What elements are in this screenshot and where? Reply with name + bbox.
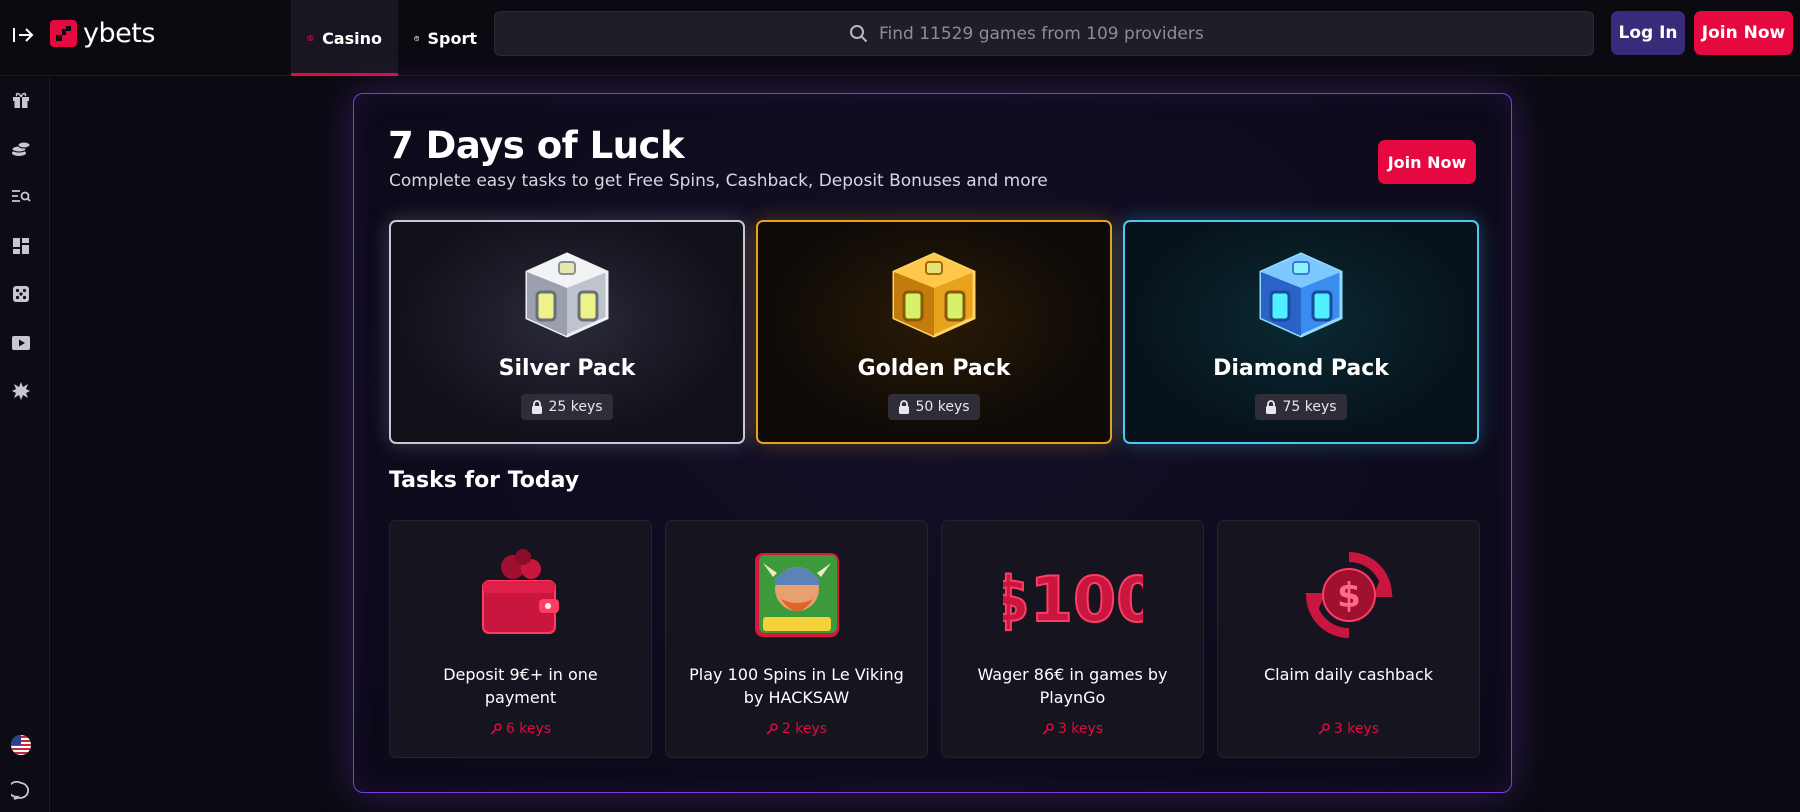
silver-pack-keys: 25 keys (548, 399, 603, 415)
golden-pack-keys: 50 keys (915, 399, 970, 415)
tasks-section-title: Tasks for Today (389, 468, 580, 493)
task-keys-value: 2 keys (781, 721, 828, 737)
silver-cube-icon (525, 252, 609, 338)
search-bar[interactable] (494, 11, 1594, 56)
chat-icon[interactable] (10, 780, 32, 802)
dollar-100-icon: $100 (1003, 562, 1143, 637)
task-keys: 3 keys (1318, 721, 1379, 737)
lock-icon (532, 400, 543, 414)
key-icon (1318, 723, 1330, 735)
task-keys-value: 3 keys (1333, 721, 1380, 737)
task-keys: 6 keys (490, 721, 551, 737)
search-input[interactable] (879, 23, 1239, 44)
task-text: Claim daily cashback (1263, 665, 1434, 684)
diamond-cube-icon (1259, 252, 1343, 338)
task-text: Wager 86€ in games by PlaynGo (977, 665, 1168, 707)
logo-text: ybets (83, 18, 155, 49)
tab-casino[interactable]: Casino (291, 0, 398, 76)
key-icon (1042, 723, 1054, 735)
tab-sport[interactable]: Sport (398, 0, 493, 76)
coins-icon[interactable] (10, 138, 32, 160)
dice-icon[interactable] (10, 283, 32, 305)
task-keys: 3 keys (1042, 721, 1103, 737)
silver-pack-card[interactable]: Silver Pack 25 keys (389, 220, 745, 444)
collapse-sidebar-icon[interactable] (10, 22, 36, 48)
golden-pack-name: Golden Pack (857, 356, 1011, 381)
play-icon[interactable] (10, 332, 32, 354)
cashback-icon: $ (1304, 552, 1393, 638)
diamond-pack-keys-badge: 75 keys (1255, 394, 1347, 420)
ball-icon (414, 35, 420, 41)
golden-pack-card[interactable]: Golden Pack 50 keys (756, 220, 1112, 444)
search-list-icon[interactable] (10, 186, 32, 208)
join-now-button[interactable]: Join Now (1694, 11, 1793, 55)
tab-sport-label: Sport (427, 28, 477, 48)
lock-icon (899, 400, 910, 414)
logo[interactable]: ybets (50, 18, 155, 49)
silver-pack-keys-badge: 25 keys (521, 394, 613, 420)
tab-casino-label: Casino (322, 28, 382, 48)
login-button[interactable]: Log In (1611, 11, 1685, 55)
key-icon (766, 723, 778, 735)
golden-pack-keys-badge: 50 keys (888, 394, 980, 420)
task-card-deposit[interactable]: Deposit 9€+ in one payment 6 keys (389, 520, 652, 758)
dollar-100-text: $100 (1003, 563, 1143, 636)
task-keys-value: 3 keys (1057, 721, 1104, 737)
diamond-pack-name: Diamond Pack (1213, 356, 1389, 381)
key-icon (490, 723, 502, 735)
us-flag-icon[interactable] (10, 734, 32, 756)
search-icon (850, 24, 868, 42)
gift-icon[interactable] (10, 89, 32, 111)
page-title: 7 Days of Luck (388, 124, 685, 167)
diamond-pack-keys: 75 keys (1282, 399, 1337, 415)
task-card-wager[interactable]: $100 Wager 86€ in games by PlaynGo 3 key… (941, 520, 1204, 758)
sidebar (0, 77, 50, 812)
promo-join-now-button[interactable]: Join Now (1378, 140, 1476, 184)
task-keys-value: 6 keys (505, 721, 552, 737)
task-keys: 2 keys (766, 721, 827, 737)
task-card-le-viking[interactable]: Play 100 Spins in Le Viking by HACKSAW 2… (665, 520, 928, 758)
top-bar: ybets Casino Sport Log In Join Now (0, 0, 1800, 76)
le-viking-game-icon (754, 553, 839, 637)
cards-icon (307, 35, 314, 41)
dashboard-icon[interactable] (10, 235, 32, 257)
golden-cube-icon (892, 252, 976, 338)
silver-pack-name: Silver Pack (498, 356, 636, 381)
burst-icon[interactable] (10, 380, 32, 402)
logo-mark-icon (50, 20, 77, 47)
lock-icon (1266, 400, 1277, 414)
page-subtitle: Complete easy tasks to get Free Spins, C… (389, 171, 1048, 191)
task-text: Deposit 9€+ in one payment (443, 665, 598, 707)
task-text: Play 100 Spins in Le Viking by HACKSAW (689, 665, 904, 707)
diamond-pack-card[interactable]: Diamond Pack 75 keys (1123, 220, 1479, 444)
task-card-cashback[interactable]: $ Claim daily cashback 3 keys (1217, 520, 1480, 758)
seven-days-promo-panel: 7 Days of Luck Complete easy tasks to ge… (353, 93, 1512, 793)
wallet-icon (481, 549, 559, 634)
svg-text:$: $ (1337, 576, 1361, 616)
